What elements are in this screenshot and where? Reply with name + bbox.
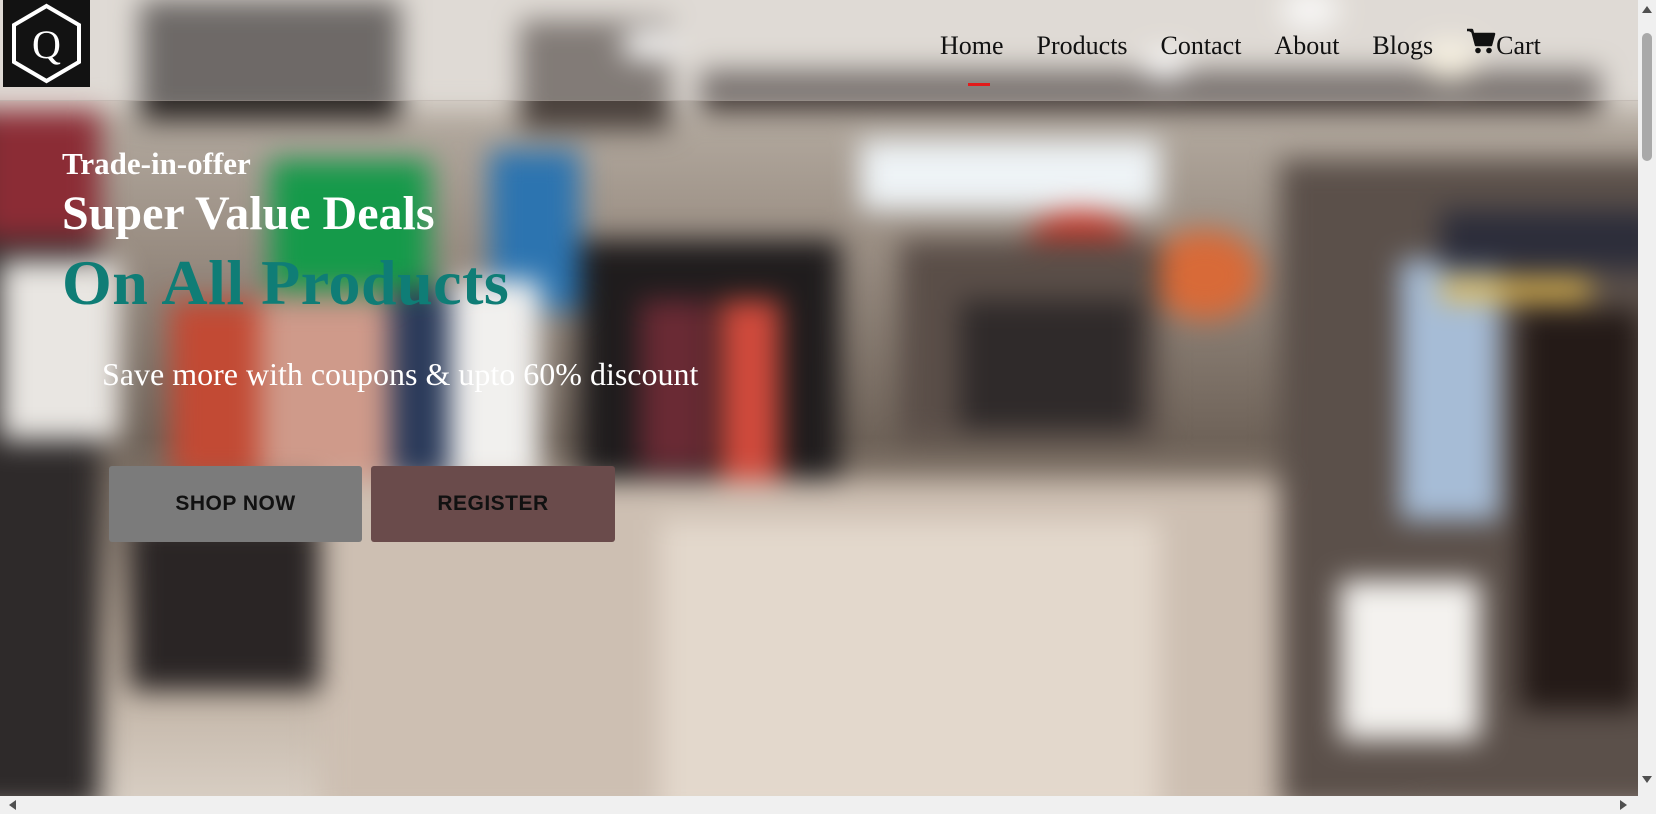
vertical-scroll-thumb[interactable] <box>1642 33 1652 161</box>
nav-home[interactable]: Home <box>940 31 1004 86</box>
vertical-scrollbar[interactable] <box>1638 0 1656 796</box>
hero-background-image <box>0 0 1638 796</box>
hero-eyebrow: Trade-in-offer <box>62 146 251 181</box>
nav-blogs[interactable]: Blogs <box>1372 31 1433 61</box>
hero-headline: Super Value Deals <box>62 187 435 240</box>
shop-now-button[interactable]: SHOP NOW <box>109 466 362 542</box>
scroll-down-arrow-icon[interactable] <box>1642 776 1652 783</box>
scroll-left-arrow-icon[interactable] <box>9 800 16 810</box>
scroll-up-arrow-icon[interactable] <box>1642 6 1652 13</box>
nav-cart[interactable]: Cart <box>1466 28 1541 61</box>
nav-contact[interactable]: Contact <box>1161 31 1242 61</box>
main-nav: Home Products Contact About Blogs Cart <box>940 26 1541 86</box>
scrollbar-corner <box>1638 796 1656 814</box>
hero-subtitle: Save more with coupons & upto 60% discou… <box>102 356 699 392</box>
scroll-right-arrow-icon[interactable] <box>1620 800 1627 810</box>
logo-letter: Q <box>32 22 61 67</box>
nav-products[interactable]: Products <box>1037 31 1128 61</box>
site-logo[interactable]: Q <box>3 0 90 87</box>
nav-about[interactable]: About <box>1274 31 1339 61</box>
cart-icon <box>1467 28 1496 54</box>
horizontal-scrollbar[interactable] <box>0 796 1638 814</box>
hexagon-q-logo: Q <box>12 3 81 84</box>
hero-headline-accent: On All Products <box>62 247 510 318</box>
cart-label: Cart <box>1496 31 1541 60</box>
store-scene <box>0 0 1638 796</box>
register-button[interactable]: REGISTER <box>371 466 615 542</box>
